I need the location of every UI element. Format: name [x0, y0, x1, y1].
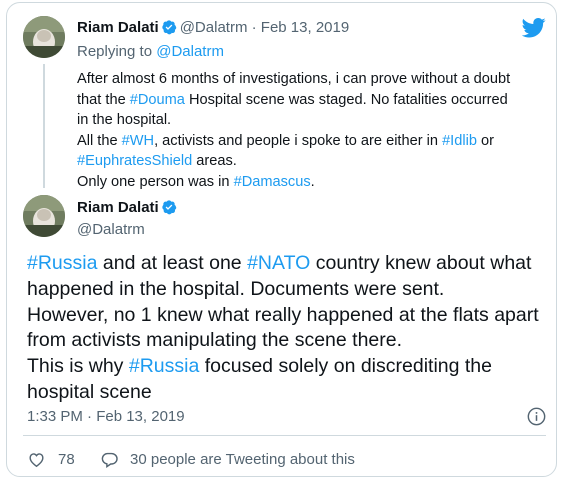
like-count[interactable]: 78 — [58, 451, 75, 468]
main-tweet-text: #Russia and at least one #NATO country k… — [27, 251, 552, 406]
text-span: However, no 1 knew what really happened … — [27, 303, 539, 326]
text-line: Only one person was in #Damascus. — [77, 172, 547, 193]
header-separator: · — [251, 19, 257, 36]
text-line: in the hospital. — [77, 110, 547, 131]
text-span: areas. — [196, 153, 237, 169]
parent-tweet-date[interactable]: Feb 13, 2019 — [261, 19, 349, 36]
text-span: happened in the hospital. Documents were… — [27, 277, 445, 300]
main-author-handle[interactable]: @Dalatrm — [77, 221, 145, 238]
parent-author-handle[interactable]: @Dalatrm — [180, 19, 248, 36]
text-line: All the #WH, activists and people i spok… — [77, 131, 547, 152]
parent-author-avatar[interactable] — [23, 16, 65, 58]
verified-badge-icon — [162, 20, 177, 35]
hashtag-idlib[interactable]: #Idlib — [442, 133, 477, 149]
text-span: that the — [77, 91, 126, 108]
text-span: , activists and people i spoke to are ei… — [154, 132, 438, 149]
text-span: After almost 6 months of investigations,… — [77, 71, 511, 87]
replying-prefix: Replying to — [77, 43, 153, 60]
info-icon[interactable] — [527, 407, 546, 426]
main-author-avatar[interactable] — [23, 195, 65, 237]
text-span: focused solely on discrediting the — [204, 355, 492, 378]
text-span: Hospital scene was staged. No fatalities… — [188, 91, 508, 108]
parent-tweet-header: Riam Dalati @Dalatrm · Feb 13, 2019 — [77, 19, 349, 36]
text-span: All the — [77, 132, 118, 149]
parent-tweet-text: After almost 6 months of investigations,… — [77, 69, 547, 192]
text-line: that the #Douma Hospital scene was stage… — [77, 90, 547, 111]
hashtag-russia[interactable]: #Russia — [27, 252, 97, 274]
text-span: Only one person was in — [77, 173, 230, 190]
heart-icon[interactable] — [27, 450, 46, 469]
hashtag-russia[interactable]: #Russia — [129, 355, 199, 377]
text-line: #EuphratesShield areas. — [77, 151, 547, 172]
hashtag-damascus[interactable]: #Damascus — [234, 174, 311, 190]
text-span: from activists manipulating the scene th… — [27, 329, 403, 352]
text-span: in the hospital. — [77, 112, 172, 128]
hashtag-douma[interactable]: #Douma — [130, 92, 185, 108]
text-line: After almost 6 months of investigations,… — [77, 69, 547, 90]
text-span: or — [481, 132, 494, 149]
tweet-timestamp[interactable]: 1:33 PM · Feb 13, 2019 — [27, 408, 185, 425]
text-line: hospital scene — [27, 380, 552, 406]
parent-author-name[interactable]: Riam Dalati — [77, 19, 159, 36]
hashtag-nato[interactable]: #NATO — [247, 252, 310, 274]
thread-connector-line — [43, 64, 45, 188]
main-author-name[interactable]: Riam Dalati — [77, 199, 159, 216]
text-line: happened in the hospital. Documents were… — [27, 277, 552, 303]
hashtag-wh[interactable]: #WH — [122, 133, 154, 149]
text-line: This is why #Russia focused solely on di… — [27, 354, 552, 380]
twitter-bird-icon[interactable] — [522, 18, 546, 38]
verified-badge-icon — [162, 200, 177, 215]
text-span: This is why — [27, 355, 124, 378]
hashtag-euphratesshield[interactable]: #EuphratesShield — [77, 153, 192, 169]
text-line: #Russia and at least one #NATO country k… — [27, 251, 552, 277]
actions-divider — [23, 435, 546, 436]
text-span: country knew about what — [315, 252, 532, 274]
embedded-tweet-card: Riam Dalati @Dalatrm · Feb 13, 2019 Reply… — [6, 2, 557, 477]
replying-to-line: Replying to @Dalatrm — [77, 43, 224, 60]
main-tweet-header: Riam Dalati — [77, 199, 180, 216]
speech-bubble-icon[interactable] — [100, 450, 119, 469]
replying-to-handle[interactable]: @Dalatrm — [156, 43, 224, 60]
text-line: However, no 1 knew what really happened … — [27, 303, 552, 329]
text-span: hospital scene — [27, 380, 152, 403]
text-line: from activists manipulating the scene th… — [27, 328, 552, 354]
text-span: and at least one — [102, 252, 242, 274]
conversation-link[interactable]: 30 people are Tweeting about this — [130, 451, 355, 468]
text-span: . — [310, 173, 315, 190]
